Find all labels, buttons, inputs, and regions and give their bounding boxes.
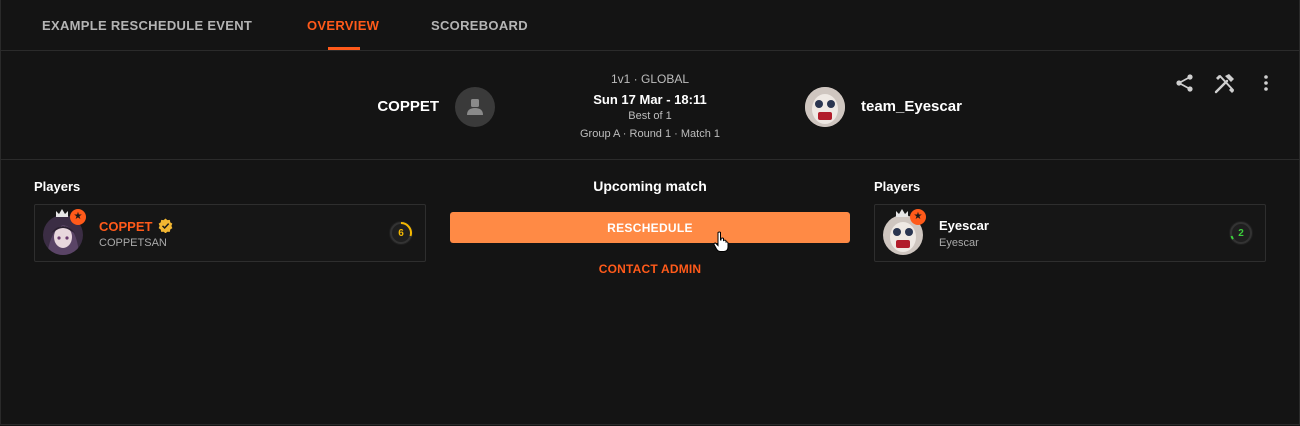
skill-level-badge: 2: [1229, 221, 1253, 245]
player-nickname: Eyescar: [939, 237, 979, 249]
active-tab-indicator: [328, 47, 360, 50]
verified-badge-icon: [158, 218, 173, 234]
right-players-title: Players: [874, 179, 921, 194]
level-value: 6: [398, 227, 404, 239]
tools-icon[interactable]: [1213, 73, 1237, 100]
crown-icon: [896, 209, 908, 217]
reschedule-button[interactable]: RESCHEDULE: [450, 212, 850, 243]
player-nickname: COPPETSAN: [99, 237, 167, 249]
left-players-title: Players: [34, 179, 81, 194]
match-info: 1v1 · GLOBAL Sun 17 Mar - 18:11 Best of …: [540, 70, 760, 142]
right-player-card[interactable]: ★ Eyescar Eyescar 2: [874, 204, 1266, 262]
team-right-avatar[interactable]: [805, 87, 845, 127]
user-placeholder-icon: [467, 99, 483, 115]
match-header: COPPET 1v1 · GLOBAL Sun 17 Mar - 18:11 B…: [0, 51, 1300, 160]
match-mode: 1v1 · GLOBAL: [610, 72, 690, 86]
match-date: Sun 17 Mar - 18:11: [593, 92, 707, 107]
player-name[interactable]: COPPET: [99, 218, 173, 234]
player-name[interactable]: Eyescar: [939, 218, 989, 233]
tab-overview[interactable]: OVERVIEW: [307, 18, 379, 33]
share-icon[interactable]: [1175, 73, 1195, 98]
player-name-text: COPPET: [99, 219, 153, 234]
tab-scoreboard[interactable]: SCOREBOARD: [431, 18, 528, 33]
hand-pointer-cursor-icon: [713, 231, 729, 252]
team-right-name[interactable]: team_Eyescar: [861, 98, 962, 115]
level-value: 2: [1238, 227, 1244, 239]
contact-admin-link[interactable]: CONTACT ADMIN: [450, 262, 850, 276]
tab-bar: EXAMPLE RESCHEDULE EVENT OVERVIEW SCOREB…: [0, 0, 1300, 51]
match-round: Group A · Round 1 · Match 1: [579, 128, 721, 140]
upcoming-match-title: Upcoming match: [593, 178, 707, 194]
skill-level-badge: 6: [389, 221, 413, 245]
more-vertical-icon[interactable]: [1262, 73, 1270, 98]
team-left-avatar[interactable]: [455, 87, 495, 127]
premium-star-badge-icon: ★: [70, 209, 86, 225]
tab-event[interactable]: EXAMPLE RESCHEDULE EVENT: [42, 18, 252, 33]
left-player-card[interactable]: ★ COPPET COPPETSAN 6: [34, 204, 426, 262]
match-best-of: Best of 1: [628, 110, 672, 122]
crown-icon: [56, 209, 68, 217]
eyescar-avatar-image: [805, 87, 845, 127]
premium-star-badge-icon: ★: [910, 209, 926, 225]
team-left-name[interactable]: COPPET: [300, 98, 439, 115]
